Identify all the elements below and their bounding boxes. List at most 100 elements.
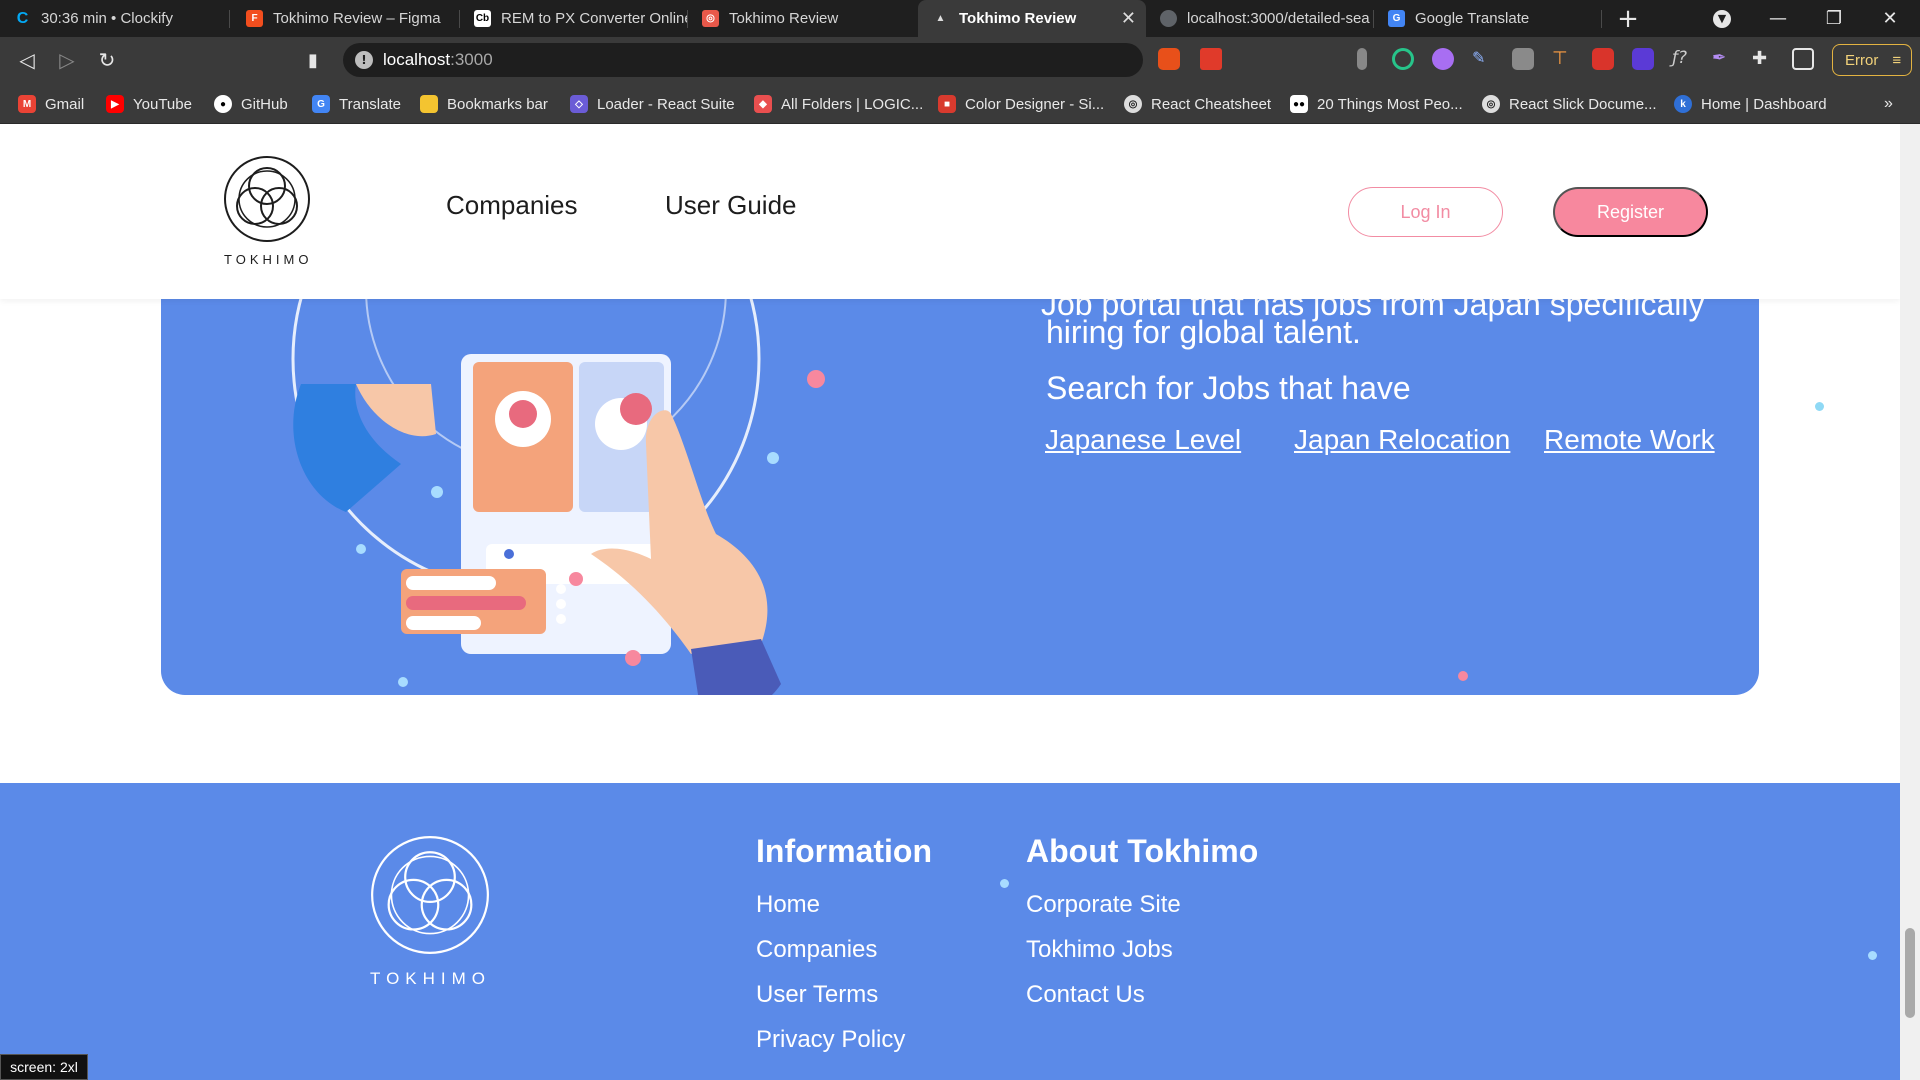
- gmail-icon: M: [18, 95, 36, 113]
- tab-tokhimo-review-active[interactable]: ▲ Tokhimo Review ✕: [918, 0, 1146, 37]
- hero-illustration: [291, 244, 825, 695]
- nav-companies[interactable]: Companies: [446, 190, 578, 221]
- decorative-dot: [1815, 402, 1824, 411]
- react-icon: ▲: [935, 13, 946, 24]
- screen-size-badge: screen: 2xl: [0, 1054, 88, 1080]
- browser-toolbar: ◁ ▷ ↻ ▮ ! localhost:3000 ✎ ⊤ ƒ? ✒ ✚ Erro…: [0, 37, 1920, 83]
- restore-icon[interactable]: ❐: [1806, 0, 1862, 37]
- link-japan-relocation[interactable]: Japan Relocation: [1294, 424, 1510, 456]
- bookmark-gmail[interactable]: M Gmail: [18, 93, 84, 115]
- back-icon[interactable]: ◁: [12, 45, 42, 75]
- tokhimo-icon: ◎: [702, 10, 719, 27]
- tokhimo-logo-icon: [371, 836, 489, 954]
- logo-text: TOKHIMO: [224, 252, 313, 267]
- globe-icon: [1160, 10, 1177, 27]
- tab-clockify[interactable]: C 30:36 min • Clockify: [0, 0, 230, 37]
- k-icon: k: [1674, 95, 1692, 113]
- brave-shield-icon[interactable]: [1158, 48, 1180, 70]
- footer-link-home[interactable]: Home: [756, 891, 820, 919]
- tokhimo-logo-icon: [224, 156, 310, 242]
- decorative-dot: [1868, 951, 1877, 960]
- react-suite-icon: ◇: [570, 95, 588, 113]
- tab-label: localhost:3000/detailed-sea: [1187, 10, 1370, 27]
- bookmark-page-icon[interactable]: ▮: [298, 45, 328, 75]
- logic-icon: ◆: [754, 95, 772, 113]
- nav-user-guide[interactable]: User Guide: [665, 190, 797, 221]
- minimize-icon[interactable]: —: [1750, 0, 1806, 37]
- tab-figma[interactable]: F Tokhimo Review – Figma: [232, 0, 460, 37]
- error-button[interactable]: Error ≡: [1832, 44, 1912, 76]
- medium-icon: ●●: [1290, 95, 1308, 113]
- footer-link-tokhimo-jobs[interactable]: Tokhimo Jobs: [1026, 936, 1173, 964]
- translate-icon: G: [1388, 10, 1405, 27]
- link-remote-work[interactable]: Remote Work: [1544, 424, 1715, 456]
- footer-link-user-terms[interactable]: User Terms: [756, 981, 878, 1009]
- bookmark-react-cheatsheet[interactable]: ◎ React Cheatsheet: [1124, 93, 1271, 115]
- close-window-icon[interactable]: ✕: [1862, 0, 1918, 37]
- hero-description: hiring for global talent.: [1046, 314, 1361, 350]
- reload-icon[interactable]: ↻: [92, 45, 122, 75]
- info-icon[interactable]: !: [355, 51, 373, 69]
- footer-link-contact-us[interactable]: Contact Us: [1026, 981, 1145, 1009]
- extension-purple-icon[interactable]: [1432, 48, 1454, 70]
- footer-link-companies[interactable]: Companies: [756, 936, 877, 964]
- tab-search-icon[interactable]: ▼: [1694, 0, 1750, 37]
- bookmark-translate[interactable]: G Translate: [312, 93, 401, 115]
- globe-icon: ◎: [1124, 95, 1142, 113]
- brave-rewards-icon[interactable]: [1200, 48, 1222, 70]
- bookmark-dashboard[interactable]: k Home | Dashboard: [1674, 93, 1827, 115]
- translate-icon: G: [312, 95, 330, 113]
- decorative-dot: [1000, 879, 1009, 888]
- close-icon[interactable]: ✕: [1121, 8, 1136, 29]
- measure-icon[interactable]: ⊤: [1552, 48, 1574, 70]
- forward-icon[interactable]: ▷: [52, 45, 82, 75]
- tab-rem-converter[interactable]: Cb REM to PX Converter Online: [460, 0, 688, 37]
- header-logo[interactable]: TOKHIMO: [222, 154, 312, 267]
- globe-icon: ◎: [1482, 95, 1500, 113]
- tab-label: Tokhimo Review – Figma: [273, 10, 441, 27]
- site-footer: TOKHIMO Information Home Companies User …: [0, 783, 1900, 1080]
- bookmark-medium[interactable]: ●● 20 Things Most Peo...: [1290, 93, 1463, 115]
- login-button[interactable]: Log In: [1348, 187, 1503, 237]
- eyedropper-icon[interactable]: ✎: [1472, 48, 1494, 70]
- tab-localhost-search[interactable]: localhost:3000/detailed-sea: [1146, 0, 1374, 37]
- tab-google-translate[interactable]: G Google Translate: [1374, 0, 1602, 37]
- mouse-extension-icon[interactable]: [1357, 48, 1367, 70]
- extension-red-icon[interactable]: [1592, 48, 1614, 70]
- footer-link-privacy-policy[interactable]: Privacy Policy: [756, 1026, 905, 1054]
- bookmarks-bar: M Gmail ▶ YouTube ● GitHub G Translate Bookm…: [0, 83, 1920, 124]
- footer-link-corporate-site[interactable]: Corporate Site: [1026, 891, 1181, 919]
- tab-tokhimo-review[interactable]: ◎ Tokhimo Review: [688, 0, 916, 37]
- font-detect-icon[interactable]: ƒ?: [1672, 48, 1694, 70]
- new-tab-button[interactable]: +: [1600, 0, 1656, 37]
- bookmark-youtube[interactable]: ▶ YouTube: [106, 93, 192, 115]
- camera-icon[interactable]: [1512, 48, 1534, 70]
- site-header: TOKHIMO Companies User Guide Log In Regi…: [0, 124, 1900, 299]
- more-bookmarks-icon[interactable]: »: [1884, 93, 1893, 115]
- extension-badge-icon[interactable]: [1632, 48, 1654, 70]
- web-page: Job portal that has jobs from Japan spec…: [0, 124, 1900, 1080]
- figma-icon: F: [246, 10, 263, 27]
- link-japanese-level[interactable]: Japanese Level: [1045, 424, 1241, 456]
- bookmark-folder[interactable]: Bookmarks bar: [420, 93, 548, 115]
- bookmark-github[interactable]: ● GitHub: [214, 93, 288, 115]
- color-designer-icon: ■: [938, 95, 956, 113]
- scrollbar-thumb[interactable]: [1905, 928, 1915, 1018]
- extensions-puzzle-icon[interactable]: ✚: [1752, 48, 1774, 70]
- register-button[interactable]: Register: [1553, 187, 1708, 237]
- tab-label: Google Translate: [1415, 10, 1530, 27]
- grammarly-icon[interactable]: [1392, 48, 1414, 70]
- folder-icon: [420, 95, 438, 113]
- address-bar[interactable]: ! localhost:3000: [343, 43, 1143, 77]
- bookmark-logic[interactable]: ◆ All Folders | LOGIC...: [754, 93, 923, 115]
- pen-extension-icon[interactable]: ✒: [1712, 48, 1734, 70]
- page-scrollbar[interactable]: [1900, 124, 1920, 1080]
- tab-label: Tokhimo Review: [959, 10, 1077, 27]
- footer-logo[interactable]: TOKHIMO: [368, 833, 492, 988]
- bookmark-react-suite[interactable]: ◇ Loader - React Suite: [570, 93, 735, 115]
- bookmark-react-slick[interactable]: ◎ React Slick Docume...: [1482, 93, 1657, 115]
- bookmark-color-designer[interactable]: ■ Color Designer - Si...: [938, 93, 1104, 115]
- url-text: localhost:3000: [383, 50, 493, 69]
- wallet-icon[interactable]: [1792, 48, 1814, 70]
- menu-icon: ≡: [1892, 51, 1902, 69]
